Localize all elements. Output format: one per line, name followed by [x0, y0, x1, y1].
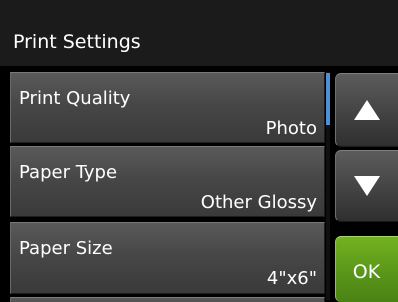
- page-title: Print Settings: [13, 31, 141, 53]
- setting-label: Paper Type: [19, 162, 118, 183]
- setting-label: Print Quality: [19, 88, 131, 109]
- print-settings-screen: Print Settings Print Quality Photo Paper…: [0, 0, 398, 302]
- scrollbar-thumb[interactable]: [326, 73, 330, 125]
- settings-list: Print Quality Photo Paper Type Other Glo…: [0, 70, 330, 302]
- setting-paper-size[interactable]: Paper Size 4"x6": [10, 222, 325, 294]
- scroll-down-button[interactable]: [335, 150, 398, 222]
- ok-button[interactable]: OK: [335, 236, 398, 302]
- setting-next-partial[interactable]: [10, 297, 325, 302]
- setting-value: Photo: [265, 118, 317, 139]
- setting-print-quality[interactable]: Print Quality Photo: [10, 72, 325, 143]
- setting-value: 4"x6": [266, 268, 317, 289]
- header-bar: Print Settings: [0, 0, 398, 66]
- scroll-up-button[interactable]: [335, 73, 398, 147]
- up-arrow-icon: [353, 100, 380, 120]
- setting-value: Other Glossy: [200, 192, 317, 213]
- setting-paper-type[interactable]: Paper Type Other Glossy: [10, 146, 325, 217]
- down-arrow-icon: [353, 176, 380, 196]
- ok-label: OK: [352, 260, 381, 283]
- setting-label: Paper Size: [19, 238, 113, 259]
